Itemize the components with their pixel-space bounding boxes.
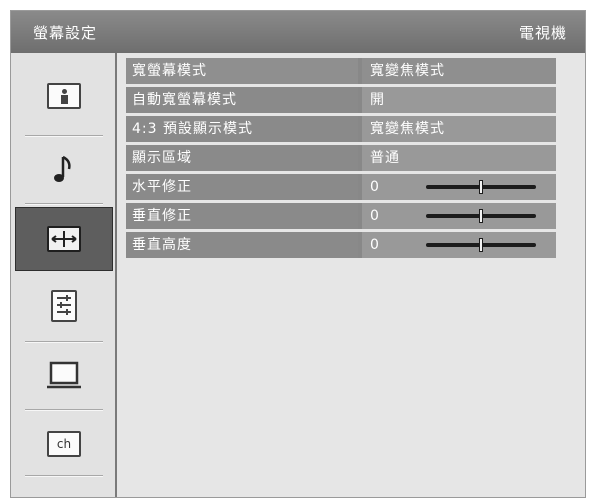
screen-adjust-icon	[47, 226, 81, 252]
setting-value: 寬變焦模式	[362, 58, 556, 84]
setting-label: 4:3 預設顯示模式	[126, 116, 358, 142]
sidebar-divider	[25, 203, 103, 205]
setting-row-horizontal-shift[interactable]: 水平修正 0	[126, 174, 556, 200]
sidebar-item-picture[interactable]	[15, 65, 113, 127]
setting-label: 垂直高度	[126, 232, 358, 258]
channel-icon: ch	[47, 431, 81, 457]
setting-row-display-area[interactable]: 顯示區域 普通	[126, 145, 556, 171]
slider-thumb[interactable]	[479, 238, 483, 252]
setting-label: 水平修正	[126, 174, 358, 200]
channel-icon-text: ch	[56, 437, 72, 451]
setting-value: 普通	[362, 145, 556, 171]
sidebar-divider	[25, 341, 103, 343]
setting-row-vertical-shift[interactable]: 垂直修正 0	[126, 203, 556, 229]
sidebar: ch	[11, 53, 117, 497]
setting-row-vertical-size[interactable]: 垂直高度 0	[126, 232, 556, 258]
music-note-icon	[54, 155, 71, 182]
sidebar-divider	[25, 135, 103, 137]
settings-list: 寬螢幕模式 寬變焦模式 自動寬螢幕模式 開 4:3 預設顯示模式 寬變焦模式 顯…	[126, 58, 556, 261]
settings-list-icon	[51, 290, 77, 322]
setting-row-wide-mode[interactable]: 寬螢幕模式 寬變焦模式	[126, 58, 556, 84]
menu-title: 螢幕設定	[33, 24, 98, 42]
sidebar-divider	[25, 475, 103, 477]
setting-label: 自動寬螢幕模式	[126, 87, 358, 113]
vertical-size-slider[interactable]	[426, 238, 536, 252]
setting-row-4-3-default-mode[interactable]: 4:3 預設顯示模式 寬變焦模式	[126, 116, 556, 142]
title-bar: 螢幕設定 電視機	[11, 11, 585, 53]
horizontal-shift-slider[interactable]	[426, 180, 536, 194]
setting-value: 寬變焦模式	[362, 116, 556, 142]
slider-thumb[interactable]	[479, 180, 483, 194]
sidebar-item-setup[interactable]	[15, 275, 113, 337]
vertical-shift-slider[interactable]	[426, 209, 536, 223]
slider-thumb[interactable]	[479, 209, 483, 223]
setting-row-auto-wide-mode[interactable]: 自動寬螢幕模式 開	[126, 87, 556, 113]
monitor-icon	[47, 361, 81, 389]
sidebar-item-display[interactable]	[15, 345, 113, 407]
sidebar-item-channel[interactable]: ch	[15, 413, 113, 475]
sidebar-item-screen[interactable]	[15, 207, 113, 271]
setting-label: 顯示區域	[126, 145, 358, 171]
input-source: 電視機	[518, 24, 567, 42]
setting-label: 寬螢幕模式	[126, 58, 358, 84]
setting-value: 開	[362, 87, 556, 113]
setting-label: 垂直修正	[126, 203, 358, 229]
sidebar-item-sound[interactable]	[15, 139, 113, 201]
screen-settings-window: 螢幕設定 電視機 ch 寬螢幕模式 寬變焦模式 自動寬螢幕模式 開 4:3 預設…	[10, 10, 586, 498]
sidebar-divider	[25, 409, 103, 411]
picture-icon	[47, 83, 81, 109]
